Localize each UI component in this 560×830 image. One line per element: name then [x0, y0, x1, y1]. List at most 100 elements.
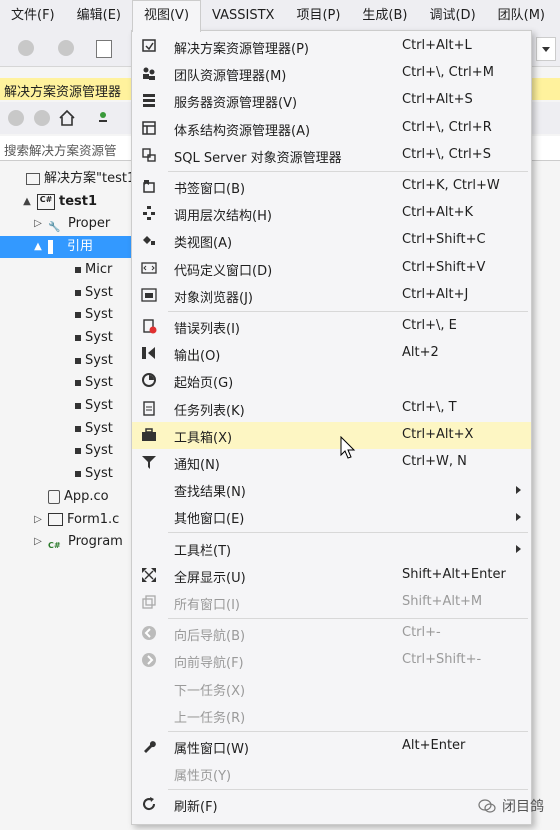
tree-item[interactable]: Syst: [54, 304, 113, 326]
sync-icon[interactable]: [94, 109, 112, 127]
menu-item[interactable]: 刷新(F): [132, 791, 531, 818]
expander-icon[interactable]: ▲: [32, 236, 44, 258]
menu-item[interactable]: 查找结果(N): [132, 476, 531, 503]
wrench-icon: 🔧: [48, 222, 61, 234]
se-forward-icon[interactable]: [34, 110, 50, 126]
menu-item-shortcut: Ctrl+\, Ctrl+M: [402, 65, 494, 81]
menu-item-label: 查找结果(N): [174, 485, 246, 501]
error-list-icon: [141, 318, 157, 334]
watermark: 闭目鸽: [478, 796, 544, 816]
menu-item[interactable]: 体系结构资源管理器(A) Ctrl+\, Ctrl+R: [132, 115, 531, 142]
menubar-item[interactable]: 团队(M): [487, 0, 556, 32]
menubar-item[interactable]: 项目(P): [285, 0, 351, 32]
menu-item[interactable]: 错误列表(I) Ctrl+\, E: [132, 313, 531, 340]
menubar-item[interactable]: VASSISTX: [201, 0, 285, 32]
tree-item[interactable]: Syst: [54, 418, 113, 440]
menubar-item[interactable]: 调试(D): [418, 0, 486, 32]
se-back-icon[interactable]: [8, 110, 24, 126]
sql-server-icon: [141, 147, 157, 163]
menu-item[interactable]: 团队资源管理器(M) Ctrl+\, Ctrl+M: [132, 60, 531, 87]
tree-item[interactable]: 解决方案"test1: [10, 168, 135, 190]
tree-item[interactable]: App.co: [32, 486, 109, 508]
csharp-file-icon: C#: [48, 541, 61, 551]
expander-icon[interactable]: ▷: [32, 213, 44, 235]
menu-item-label: 书签窗口(B): [174, 182, 246, 197]
tree-item-label: Form1.c: [67, 511, 120, 527]
menu-item[interactable]: 书签窗口(B) Ctrl+K, Ctrl+W: [132, 173, 531, 200]
menubar-item[interactable]: 文件(F): [0, 0, 66, 32]
menu-item-shortcut: Shift+Alt+Enter: [402, 566, 506, 582]
menu-item[interactable]: 其他窗口(E): [132, 503, 531, 530]
menu-item[interactable]: 对象浏览器(J) Ctrl+Alt+J: [132, 282, 531, 309]
reference-item-icon: [75, 448, 81, 455]
tree-item[interactable]: Syst: [54, 350, 113, 372]
toolbar-combo-dropdown[interactable]: [536, 37, 556, 61]
tree-item[interactable]: Syst: [54, 395, 113, 417]
menu-item[interactable]: 输出(O) Alt+2: [132, 340, 531, 367]
menu-item-label: 任务列表(K): [174, 403, 245, 419]
menu-item[interactable]: 属性窗口(W) Alt+Enter: [132, 733, 531, 760]
tree-item[interactable]: Syst: [54, 372, 113, 394]
menu-item[interactable]: 代码定义窗口(D) Ctrl+Shift+V: [132, 255, 531, 282]
menu-item: 下一任务(X): [132, 675, 531, 702]
no-icon-spacer: [141, 707, 157, 723]
tree-item-label: Syst: [85, 443, 113, 459]
menu-item[interactable]: 工具栏(T): [132, 535, 531, 562]
menu-item: 向后导航(B) Ctrl+-: [132, 620, 531, 647]
view-menu-dropdown: 解决方案资源管理器(P) Ctrl+Alt+L 团队资源管理器(M) Ctrl+\, …: [131, 30, 532, 825]
menubar-item[interactable]: 编辑(E): [66, 0, 132, 32]
menu-item-shortcut: Ctrl+\, Ctrl+S: [402, 146, 491, 162]
home-icon[interactable]: [58, 109, 76, 127]
menu-item[interactable]: SQL Server 对象资源管理器 Ctrl+\, Ctrl+S: [132, 142, 531, 169]
menu-item[interactable]: 解决方案资源管理器(P) Ctrl+Alt+L: [132, 33, 531, 60]
tree-item[interactable]: Syst: [54, 463, 113, 485]
menu-item[interactable]: 服务器资源管理器(V) Ctrl+Alt+S: [132, 87, 531, 114]
tree-item[interactable]: Syst: [54, 440, 113, 462]
tree-item[interactable]: ▷ C# Program: [32, 531, 123, 553]
fullscreen-icon: [141, 567, 157, 583]
menu-item[interactable]: 类视图(A) Ctrl+Shift+C: [132, 227, 531, 254]
tree-item-label: App.co: [64, 488, 109, 504]
object-browser-icon: [141, 287, 157, 303]
menu-item-label: 属性页(Y): [174, 769, 232, 785]
menubar-item[interactable]: 视图(V): [131, 0, 202, 32]
reference-item-icon: [75, 289, 81, 296]
expander-icon[interactable]: ▷: [32, 509, 44, 531]
tree-item-label: Syst: [85, 466, 113, 482]
no-icon-spacer: [141, 540, 157, 556]
menubar-item[interactable]: 生成(B): [351, 0, 418, 32]
team-explorer-icon: [141, 65, 157, 81]
tree-item[interactable]: Syst: [54, 327, 113, 349]
menu-item-label: SQL Server 对象资源管理器: [174, 150, 342, 166]
menu-item[interactable]: 通知(N) Ctrl+W, N: [132, 449, 531, 476]
menu-item-shortcut: Ctrl+Alt+K: [402, 205, 474, 221]
new-project-icon[interactable]: [96, 40, 112, 58]
tree-item-label: Micr: [85, 261, 113, 277]
form-icon: [48, 513, 63, 526]
menu-item[interactable]: 任务列表(K) Ctrl+\, T: [132, 395, 531, 422]
navigate-back-icon[interactable]: [18, 40, 34, 56]
tree-item[interactable]: Syst: [54, 282, 113, 304]
reference-item-icon: [75, 266, 81, 273]
tree-item[interactable]: ▷ 🔧 Proper: [32, 213, 110, 235]
tree-item-label: test1: [59, 193, 98, 209]
menu-item: 向前导航(F) Ctrl+Shift+-: [132, 647, 531, 674]
no-icon-spacer: [141, 481, 157, 497]
navigate-forward-icon: [141, 652, 157, 668]
search-input[interactable]: 搜索解决方案资源管: [4, 140, 117, 159]
reference-item-icon: [75, 312, 81, 319]
no-icon-spacer: [141, 765, 157, 781]
menu-item[interactable]: 全屏显示(U) Shift+Alt+Enter: [132, 562, 531, 589]
menu-item[interactable]: 调用层次结构(H) Ctrl+Alt+K: [132, 200, 531, 227]
expander-icon[interactable]: ▷: [32, 531, 44, 553]
tree-item[interactable]: ▷ Form1.c: [32, 509, 119, 531]
menu-item-shortcut: Alt+2: [402, 345, 439, 361]
menu-item-label: 类视图(A): [174, 236, 233, 252]
reference-item-icon: [75, 380, 81, 387]
menu-item[interactable]: 工具箱(X) Ctrl+Alt+X: [132, 421, 531, 449]
tree-item[interactable]: Micr: [54, 259, 112, 281]
tree-item[interactable]: ▲ C# test1: [21, 191, 97, 213]
menu-item[interactable]: 起始页(G): [132, 367, 531, 394]
expander-icon[interactable]: ▲: [21, 191, 33, 213]
navigate-forward-icon[interactable]: [58, 40, 74, 56]
